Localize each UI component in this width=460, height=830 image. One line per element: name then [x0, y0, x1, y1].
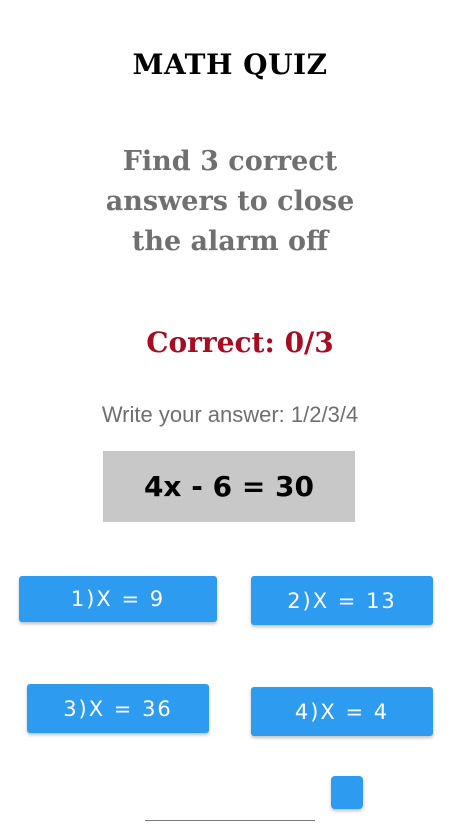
- answer-button-1[interactable]: 1)X = 9: [19, 576, 217, 622]
- answer-hint: Write your answer: 1/2/3/4: [101, 402, 359, 427]
- answer-button-3[interactable]: 3)X = 36: [27, 684, 209, 733]
- answer-button-2[interactable]: 2)X = 13: [251, 576, 433, 625]
- page-title: MATH QUIZ: [132, 48, 328, 81]
- submit-button[interactable]: [331, 776, 363, 809]
- equation-text: 4x - 6 = 30: [143, 470, 315, 503]
- answer-button-4[interactable]: 4)X = 4: [251, 687, 433, 736]
- answer-input[interactable]: [145, 790, 315, 821]
- equation-box: 4x - 6 = 30: [103, 451, 355, 522]
- correct-score: Correct: 0/3: [146, 326, 334, 359]
- instructions-text: Find 3 correct answers to close the alar…: [105, 146, 355, 257]
